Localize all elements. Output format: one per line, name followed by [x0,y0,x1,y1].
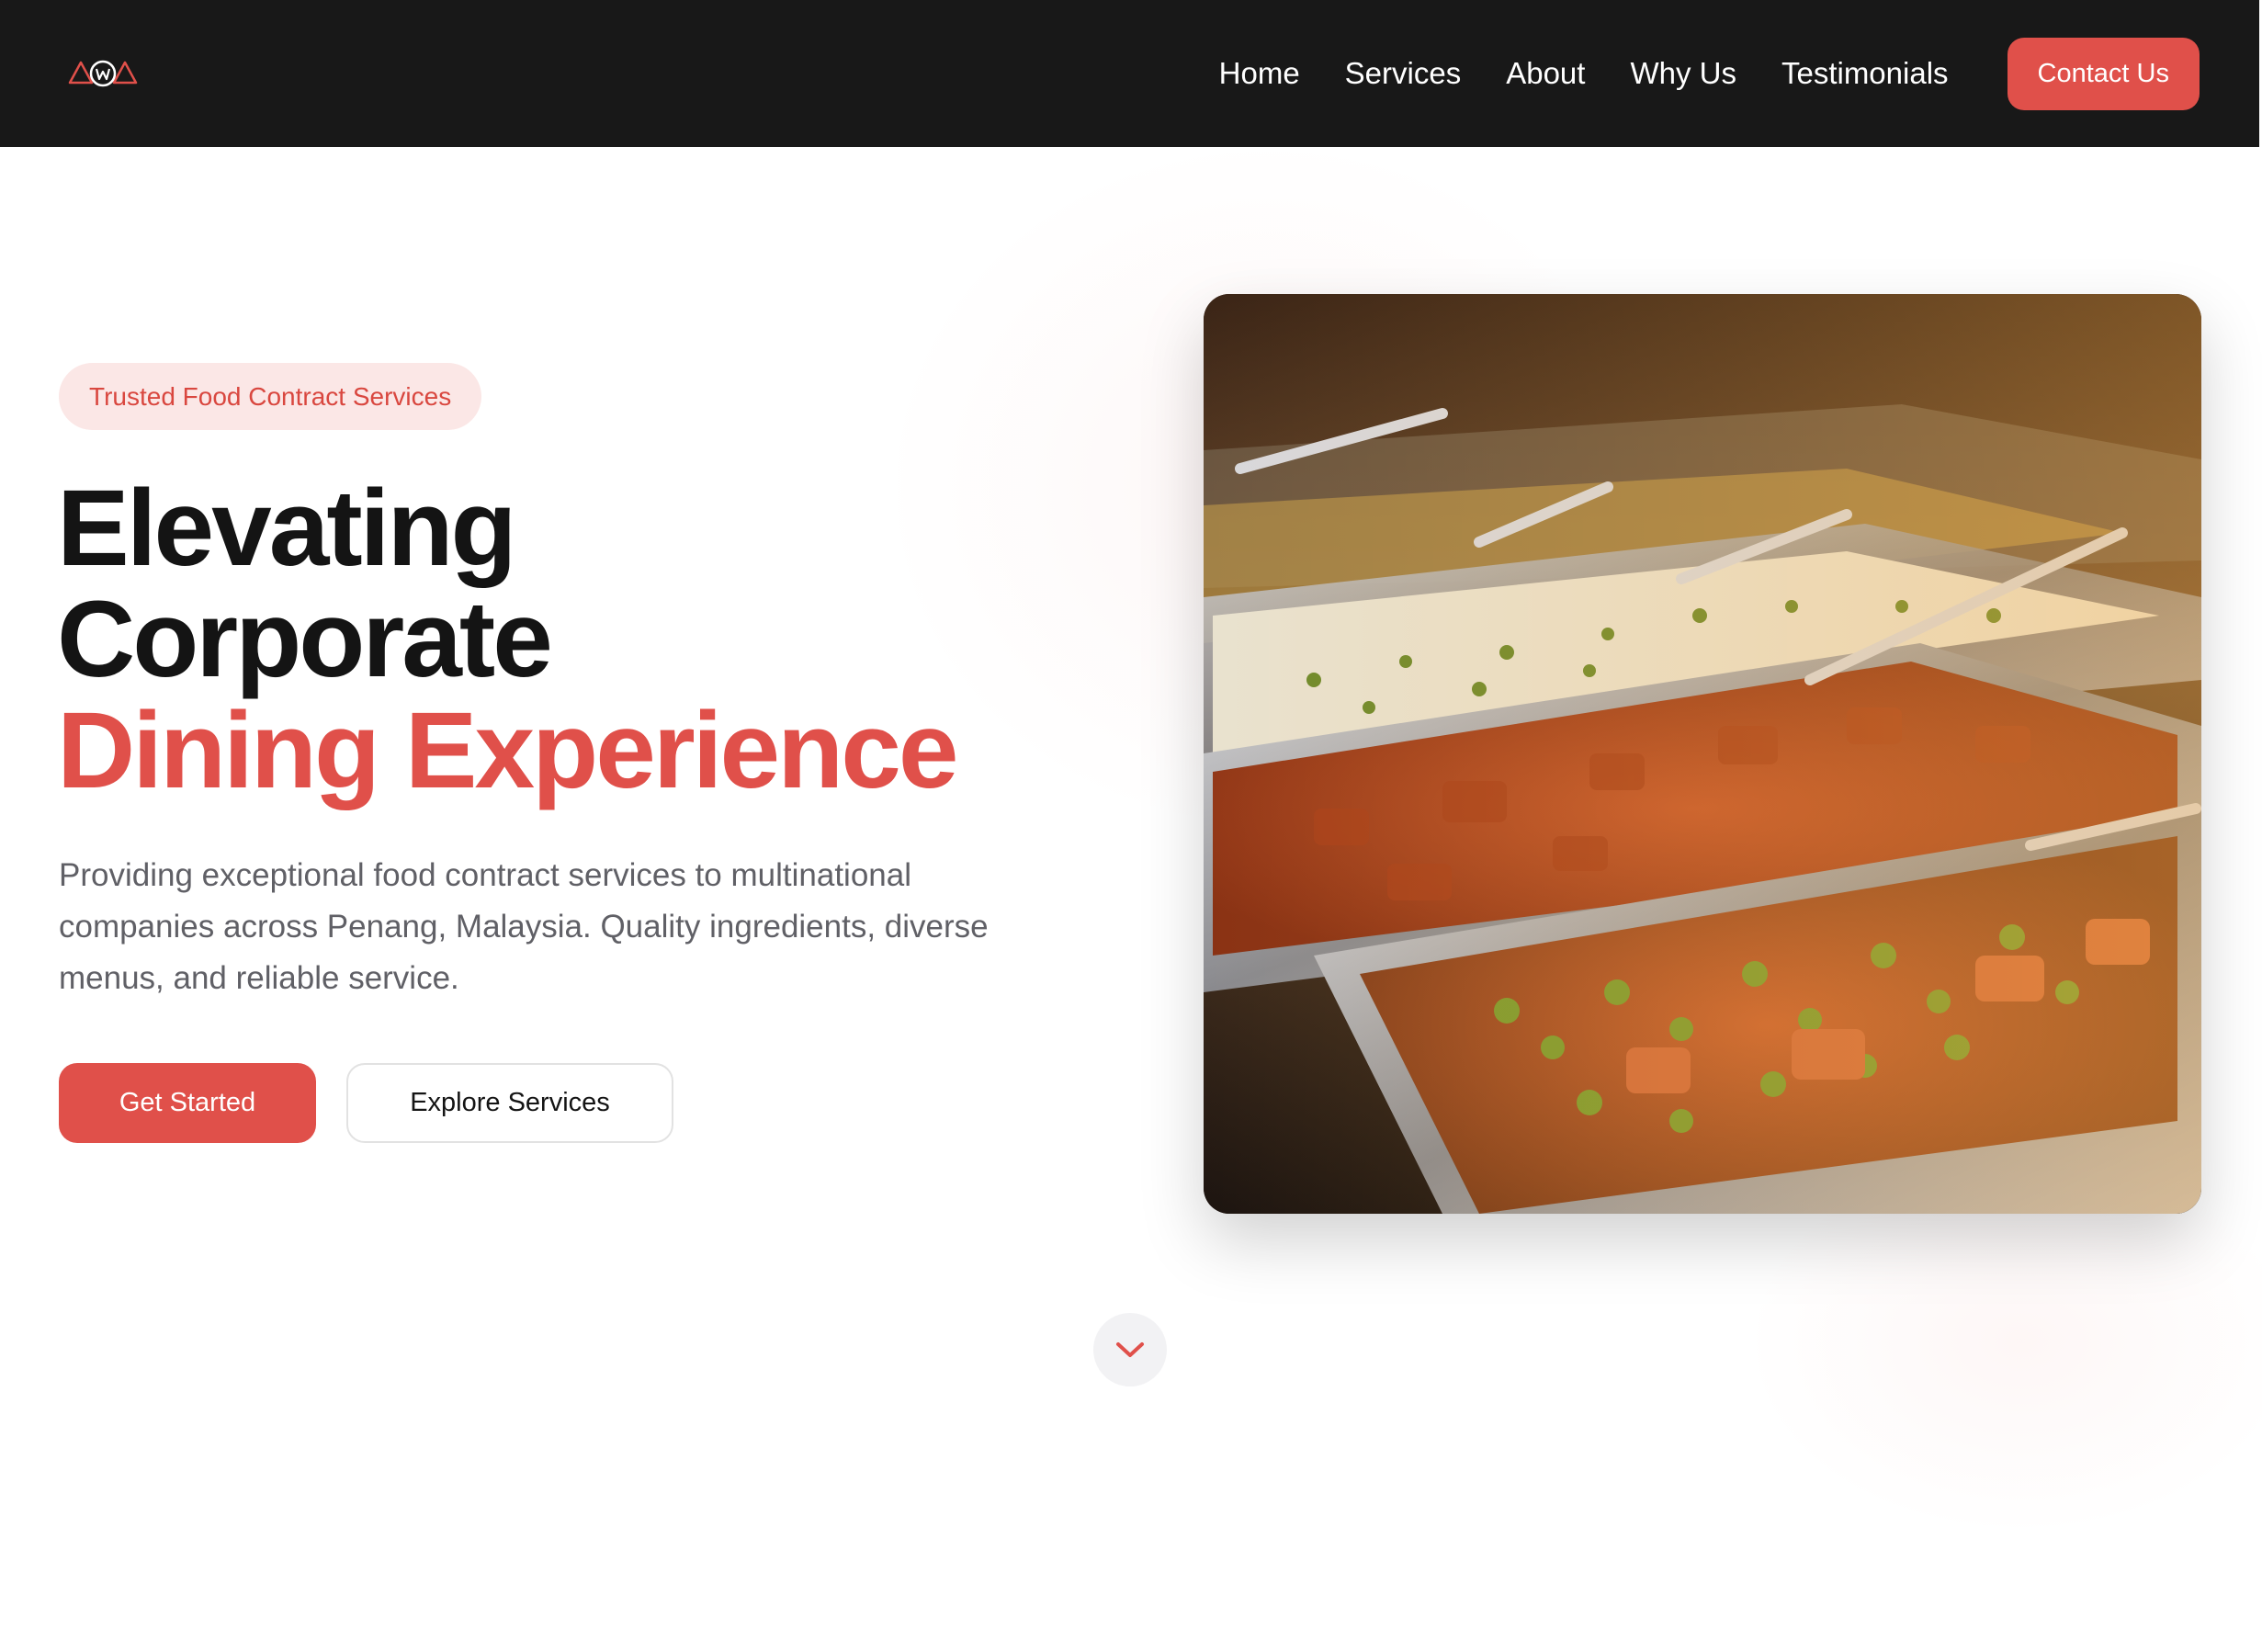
nav-link-testimonials[interactable]: Testimonials [1781,56,1949,91]
get-started-button[interactable]: Get Started [59,1063,316,1143]
hero-title-line-1: Elevating [57,468,517,589]
hero-badge: Trusted Food Contract Services [59,363,482,430]
contact-us-button[interactable]: Contact Us [2007,37,2200,110]
nav-link-services[interactable]: Services [1345,56,1462,91]
brand-logo-icon [68,60,138,87]
explore-services-button[interactable]: Explore Services [346,1063,673,1143]
navbar: Home Services About Why Us Testimonials … [0,0,2259,147]
buffet-illustration [1204,294,2201,1214]
hero-title-accent: Dining Experience [57,690,959,811]
brand-logo[interactable] [66,55,140,92]
hero-title-line-2: Corporate [57,579,553,700]
hero-title: Elevating Corporate Dining Experience [57,468,959,811]
hero-description: Providing exceptional food contract serv… [59,857,989,996]
page: Home Services About Why Us Testimonials … [0,0,2262,1652]
nav-link-about[interactable]: About [1506,56,1585,91]
main-nav: Home Services About Why Us Testimonials … [1219,37,2200,110]
scroll-down-button[interactable] [1093,1313,1167,1386]
nav-link-home[interactable]: Home [1219,56,1300,91]
chevron-down-icon [1116,1342,1144,1357]
nav-link-why-us[interactable]: Why Us [1630,56,1736,91]
hero-food-image [1204,294,2201,1214]
